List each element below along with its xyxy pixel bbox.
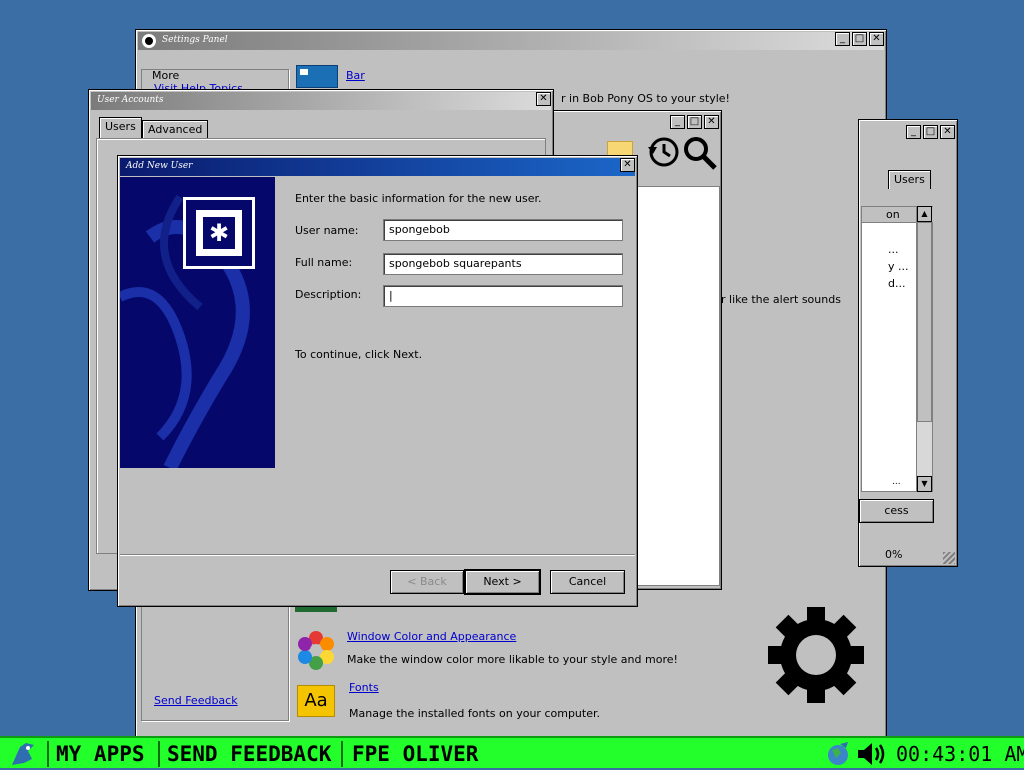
user-name[interactable]: FPE OLIVER xyxy=(352,741,478,767)
task-manager-window: _ □ ✕ Users on ... y ... d... ... ▲ ▼ ce… xyxy=(858,119,958,567)
tab-users[interactable]: Users xyxy=(888,170,931,189)
username-label: User name: xyxy=(295,224,359,237)
description-field[interactable]: | xyxy=(383,285,623,307)
search-icon[interactable] xyxy=(682,135,718,171)
continue-text: To continue, click Next. xyxy=(295,348,423,361)
new-user-icon: ✱ xyxy=(183,197,255,269)
dialog-title: Add New User xyxy=(126,161,193,171)
settings-window-controls: _ □ ✕ xyxy=(835,32,884,46)
close-button[interactable]: ✕ xyxy=(620,158,635,172)
scroll-thumb[interactable] xyxy=(917,222,932,422)
alert-sounds-text: r like the alert sounds xyxy=(721,293,841,306)
dialog-controls: ✕ xyxy=(620,158,635,172)
user-accounts-controls: ✕ xyxy=(536,92,551,106)
volume-icon[interactable] xyxy=(856,742,890,766)
color-palette-icon xyxy=(295,629,337,671)
fullname-label: Full name: xyxy=(295,256,353,269)
cancel-button[interactable]: Cancel xyxy=(550,570,625,594)
resize-grip-icon[interactable] xyxy=(943,552,955,564)
explorer-controls: _ □ ✕ xyxy=(670,115,719,129)
description-label: Description: xyxy=(295,288,362,301)
scroll-up-icon[interactable]: ▲ xyxy=(917,206,932,222)
taskbar: MY APPS SEND FEEDBACK FPE OLIVER 00:43:0… xyxy=(0,736,1024,768)
maximize-button[interactable]: □ xyxy=(852,32,867,46)
bar-link[interactable]: Bar xyxy=(346,69,365,82)
task-manager-controls: _ □ ✕ xyxy=(906,125,955,139)
taskbar-separator xyxy=(47,741,49,767)
tab-users[interactable]: Users xyxy=(99,117,142,138)
close-button[interactable]: ✕ xyxy=(704,115,719,129)
minimize-button[interactable]: _ xyxy=(670,115,685,129)
explorer-content xyxy=(635,186,720,586)
sidebar-header: More xyxy=(152,69,180,82)
close-button[interactable]: ✕ xyxy=(536,92,551,106)
settings-titlebar[interactable]: Settings Panel xyxy=(138,32,884,50)
dialog-titlebar[interactable]: Add New User xyxy=(120,158,635,176)
list-item-ellipsis: ... xyxy=(892,477,901,487)
minimize-button[interactable]: _ xyxy=(835,32,850,46)
maximize-button[interactable]: □ xyxy=(923,125,938,139)
scroll-down-icon[interactable]: ▼ xyxy=(917,476,932,492)
gear-icon xyxy=(766,605,866,705)
history-icon[interactable] xyxy=(647,135,681,169)
list-item[interactable]: d... xyxy=(888,277,905,290)
start-logo-icon[interactable] xyxy=(8,741,42,767)
close-button[interactable]: ✕ xyxy=(940,125,955,139)
clock[interactable]: 00:43:01 AM xyxy=(896,741,1024,767)
taskbar-separator xyxy=(341,741,343,767)
close-button[interactable]: ✕ xyxy=(869,32,884,46)
user-accounts-title: User Accounts xyxy=(97,95,164,105)
taskbar-separator xyxy=(158,741,160,767)
app-logo-icon xyxy=(142,34,156,48)
maximize-button[interactable]: □ xyxy=(687,115,702,129)
status-bar-text: 0% xyxy=(885,548,903,561)
taskbar-settings-icon xyxy=(296,65,338,88)
back-button[interactable]: < Back xyxy=(390,570,464,594)
list-item[interactable]: ... xyxy=(888,243,899,256)
end-process-button[interactable]: cess xyxy=(859,499,934,523)
my-apps-button[interactable]: MY APPS xyxy=(56,741,145,767)
fonts-desc: Manage the installed fonts on your compu… xyxy=(349,707,600,720)
tagline-text: r in Bob Pony OS to your style! xyxy=(561,92,730,105)
dialog-separator xyxy=(120,554,635,556)
user-accounts-titlebar[interactable]: User Accounts xyxy=(91,92,551,110)
network-globe-icon[interactable] xyxy=(826,742,852,766)
add-user-dialog: Add New User ✕ ✱ Enter the basic informa… xyxy=(117,155,638,607)
list-item[interactable]: y ... xyxy=(888,260,909,273)
fonts-icon: Aa xyxy=(297,685,335,717)
send-feedback-button[interactable]: SEND FEEDBACK xyxy=(167,741,331,767)
window-color-desc: Make the window color more likable to yo… xyxy=(347,653,678,666)
username-field[interactable]: spongebob xyxy=(383,219,623,241)
fullname-field[interactable]: spongebob squarepants xyxy=(383,253,623,275)
fonts-link[interactable]: Fonts xyxy=(349,681,379,694)
wizard-banner: ✱ xyxy=(120,177,275,468)
send-feedback-link[interactable]: Send Feedback xyxy=(154,694,238,707)
intro-text: Enter the basic information for the new … xyxy=(295,192,542,205)
next-button[interactable]: Next > xyxy=(464,569,541,595)
settings-title: Settings Panel xyxy=(162,35,228,45)
vertical-scrollbar[interactable]: ▲ ▼ xyxy=(916,206,932,492)
minimize-button[interactable]: _ xyxy=(906,125,921,139)
window-color-link[interactable]: Window Color and Appearance xyxy=(347,630,516,643)
tab-advanced[interactable]: Advanced xyxy=(142,120,209,139)
